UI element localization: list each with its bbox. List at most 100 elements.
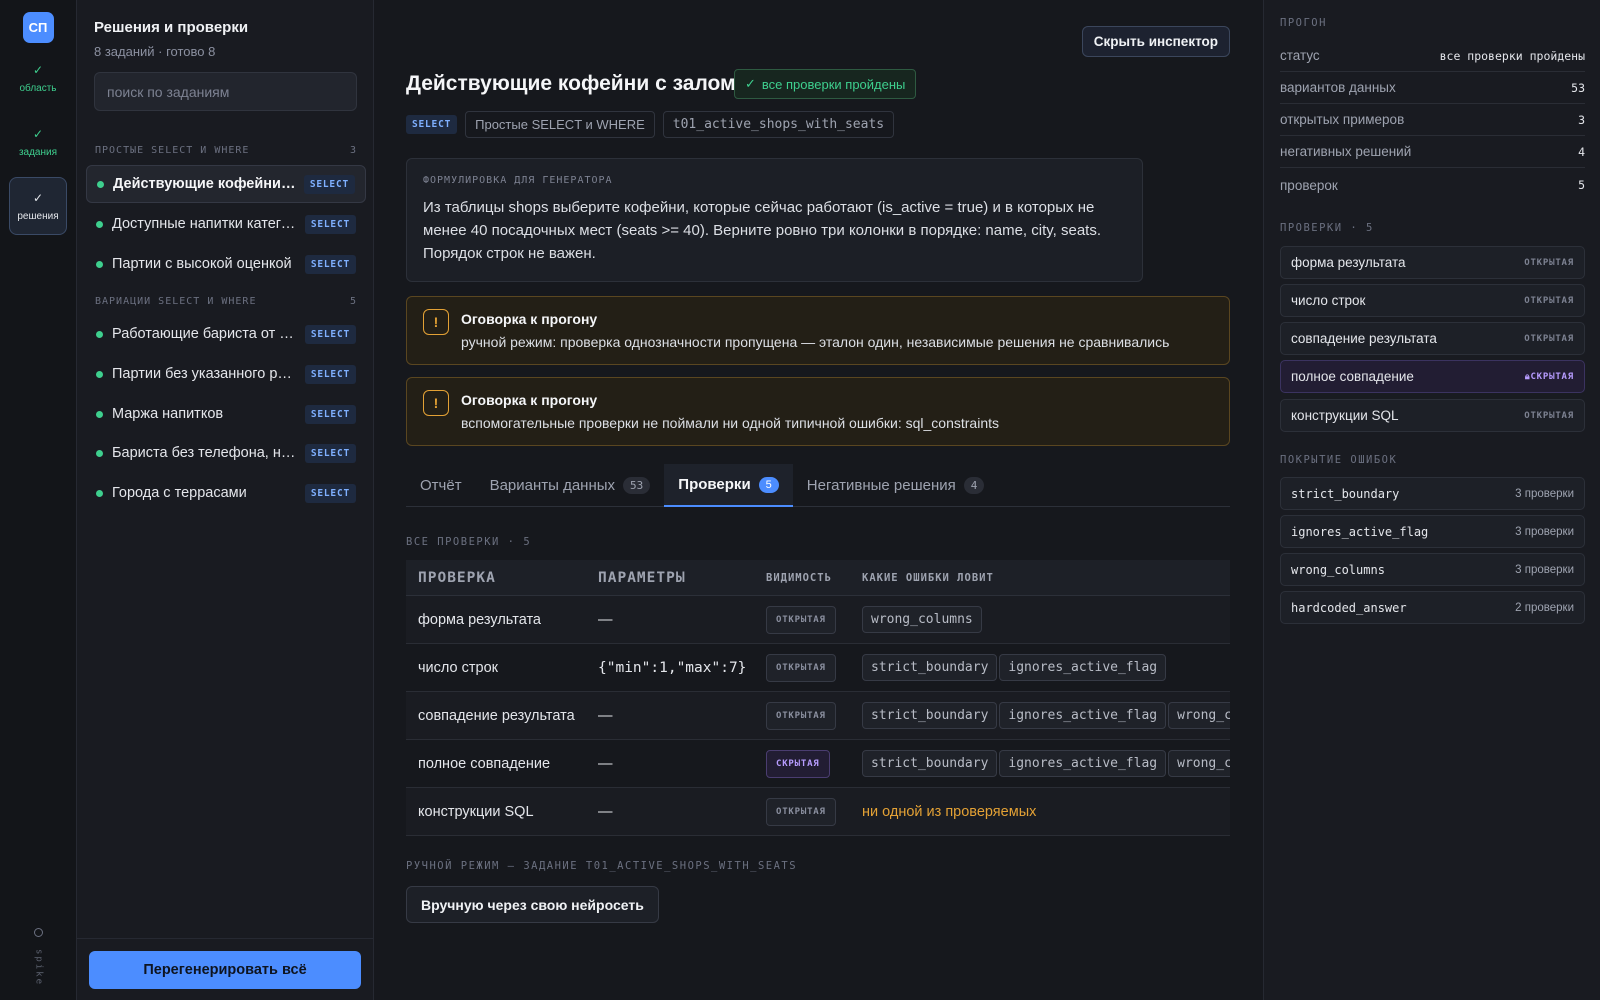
check-icon: ✓ (32, 190, 44, 205)
group-title: ВАРИАЦИИ SELECT И WHERE (95, 296, 257, 307)
tab-label: Варианты данных (489, 477, 616, 494)
stat-key: вариантов данных (1280, 80, 1396, 95)
task-item[interactable]: Города с террасами SELECT (86, 474, 366, 512)
error-chip: ignores_active_flag (999, 654, 1167, 681)
errors-cell: strict_boundary ignores_active_flag (852, 654, 1230, 681)
check-icon: ✓ (32, 126, 44, 141)
group-tag: Простые SELECT и WHERE (465, 111, 655, 138)
task-label: Работающие бариста от стажа (112, 326, 305, 342)
app-logo: СП (22, 12, 54, 43)
table-row[interactable]: конструкции SQL — ОТКРЫТАЯ ни одной из п… (406, 788, 1230, 836)
coverage-item[interactable]: wrong_columns 3 проверки (1280, 553, 1585, 586)
search-input[interactable] (94, 72, 357, 111)
coverage-count: 3 проверки (1515, 487, 1574, 500)
manual-run-button[interactable]: Вручную через свою нейросеть (406, 886, 659, 923)
check-params: — (598, 707, 613, 724)
rail-item-tasks[interactable]: ✓ задания (9, 113, 67, 171)
tab-count: 53 (623, 477, 651, 494)
checks-heading: ПРОВЕРКИ · 5 (1280, 222, 1374, 234)
tab-label: Негативные решения (806, 477, 956, 494)
rail-footer-label: spike (33, 948, 44, 986)
check-item[interactable]: форма результата ОТКРЫТАЯ (1280, 246, 1585, 279)
check-name: совпадение результата (418, 707, 575, 724)
rail-item-label: задания (18, 146, 58, 158)
group-count: 5 (349, 296, 357, 307)
check-params: — (598, 755, 613, 772)
errors-cell: strict_boundary ignores_active_flag wron… (852, 750, 1230, 777)
column-header: ПАРАМЕТРЫ (598, 569, 686, 586)
check-item-hidden[interactable]: полное совпадение 🔒︎СКРЫТАЯ (1280, 360, 1585, 393)
visibility-cell: СКРЫТАЯ (756, 749, 852, 778)
errors-cell: wrong_columns (852, 606, 1230, 633)
stat-key: статус (1280, 48, 1320, 63)
main-content: Скрыть инспектор Действующие кофейни с з… (374, 0, 1263, 1000)
generator-prompt: ФОРМУЛИРОВКА ДЛЯ ГЕНЕРАТОРА Из таблицы s… (406, 158, 1143, 282)
checks-section-heading: ВСЕ ПРОВЕРКИ · 5 (406, 536, 532, 548)
tab-count: 5 (758, 476, 779, 493)
visibility-badge: ОТКРЫТАЯ (766, 701, 836, 730)
visibility-label: ОТКРЫТАЯ (1524, 333, 1574, 344)
check-name: конструкции SQL (418, 803, 534, 820)
task-item-active[interactable]: Действующие кофейни с залом SELECT (86, 165, 366, 203)
task-item[interactable]: Бариста без телефона, но с почтой SELECT (86, 434, 366, 472)
visibility-cell: ОТКРЫТАЯ (756, 605, 852, 634)
status-dot-icon (96, 370, 103, 378)
tab-checks[interactable]: Проверки 5 (664, 464, 793, 507)
check-name: число строк (1291, 293, 1366, 308)
tab-negative-solutions[interactable]: Негативные решения 4 (793, 464, 999, 507)
table-row[interactable]: форма результата — ОТКРЫТАЯ wrong_column… (406, 596, 1230, 644)
task-item[interactable]: Доступные напитки категории SELECT (86, 205, 366, 243)
visibility-cell: ОТКРЫТАЯ (756, 701, 852, 730)
check-name: форма результата (418, 611, 541, 628)
status-dot-icon (96, 449, 103, 457)
visibility-badge: ОТКРЫТАЯ (766, 605, 836, 634)
stat-key: открытых примеров (1280, 112, 1405, 127)
stat-value: 4 (1578, 144, 1585, 159)
visibility-text: СКРЫТАЯ (1530, 371, 1574, 382)
task-label: Партии с высокой оценкой (112, 256, 292, 272)
error-chip: wrong_columns (862, 606, 982, 633)
coverage-item[interactable]: ignores_active_flag 3 проверки (1280, 515, 1585, 548)
rail-item-scope[interactable]: ✓ область (9, 49, 67, 107)
table-row[interactable]: число строк {"min":1,"max":7} ОТКРЫТАЯ s… (406, 644, 1230, 692)
error-chip: wrong_columns (1168, 750, 1230, 777)
error-name: ignores_active_flag (1291, 524, 1429, 539)
stat-key: негативных решений (1280, 144, 1412, 159)
task-item[interactable]: Партии с высокой оценкой SELECT (86, 245, 366, 283)
task-item[interactable]: Партии без указанного региона SELECT (86, 355, 366, 393)
check-name: совпадение результата (1291, 331, 1437, 346)
coverage-count: 3 проверки (1515, 563, 1574, 576)
prompt-heading: ФОРМУЛИРОВКА ДЛЯ ГЕНЕРАТОРА (423, 175, 613, 186)
tab-report[interactable]: Отчёт (406, 464, 476, 507)
regenerate-all-button[interactable]: Перегенерировать всё (89, 951, 361, 989)
task-item[interactable]: Работающие бариста от стажа SELECT (86, 315, 366, 353)
inspector-panel: ПРОГОН статус все проверки пройдены вари… (1263, 0, 1600, 1000)
status-badge: ✓ все проверки пройдены (734, 69, 917, 99)
coverage-count: 2 проверки (1515, 601, 1574, 614)
check-name: конструкции SQL (1291, 408, 1399, 423)
rail-item-solutions[interactable]: ✓ решения (9, 177, 67, 235)
check-name: форма результата (1291, 255, 1406, 270)
tab-data-variants[interactable]: Варианты данных 53 (476, 464, 665, 507)
coverage-item[interactable]: strict_boundary 3 проверки (1280, 477, 1585, 510)
table-row[interactable]: совпадение результата — ОТКРЫТАЯ strict_… (406, 692, 1230, 740)
coverage-item[interactable]: hardcoded_answer 2 проверки (1280, 591, 1585, 624)
coverage-heading: ПОКРЫТИЕ ОШИБОК (1280, 454, 1398, 466)
hide-inspector-button[interactable]: Скрыть инспектор (1081, 26, 1230, 57)
task-item[interactable]: Маржа напитков SELECT (86, 395, 366, 433)
select-badge: SELECT (304, 254, 356, 274)
stat-value: 5 (1578, 178, 1585, 192)
no-errors-text: ни одной из проверяемых (862, 803, 1037, 820)
check-item[interactable]: число строк ОТКРЫТАЯ (1280, 284, 1585, 317)
table-row[interactable]: полное совпадение — СКРЫТАЯ strict_bound… (406, 740, 1230, 788)
run-stat: вариантов данных 53 (1280, 72, 1585, 104)
select-badge: SELECT (304, 364, 356, 384)
status-dot-icon (96, 260, 103, 268)
check-item[interactable]: конструкции SQL ОТКРЫТАЯ (1280, 399, 1585, 432)
status-dot-icon (96, 220, 103, 228)
check-name: полное совпадение (418, 755, 551, 772)
task-id-tag: t01_active_shops_with_seats (662, 111, 895, 138)
check-item[interactable]: совпадение результата ОТКРЫТАЯ (1280, 322, 1585, 355)
warning-text: ручной режим: проверка однозначности про… (461, 334, 1170, 350)
select-badge: SELECT (406, 115, 458, 134)
